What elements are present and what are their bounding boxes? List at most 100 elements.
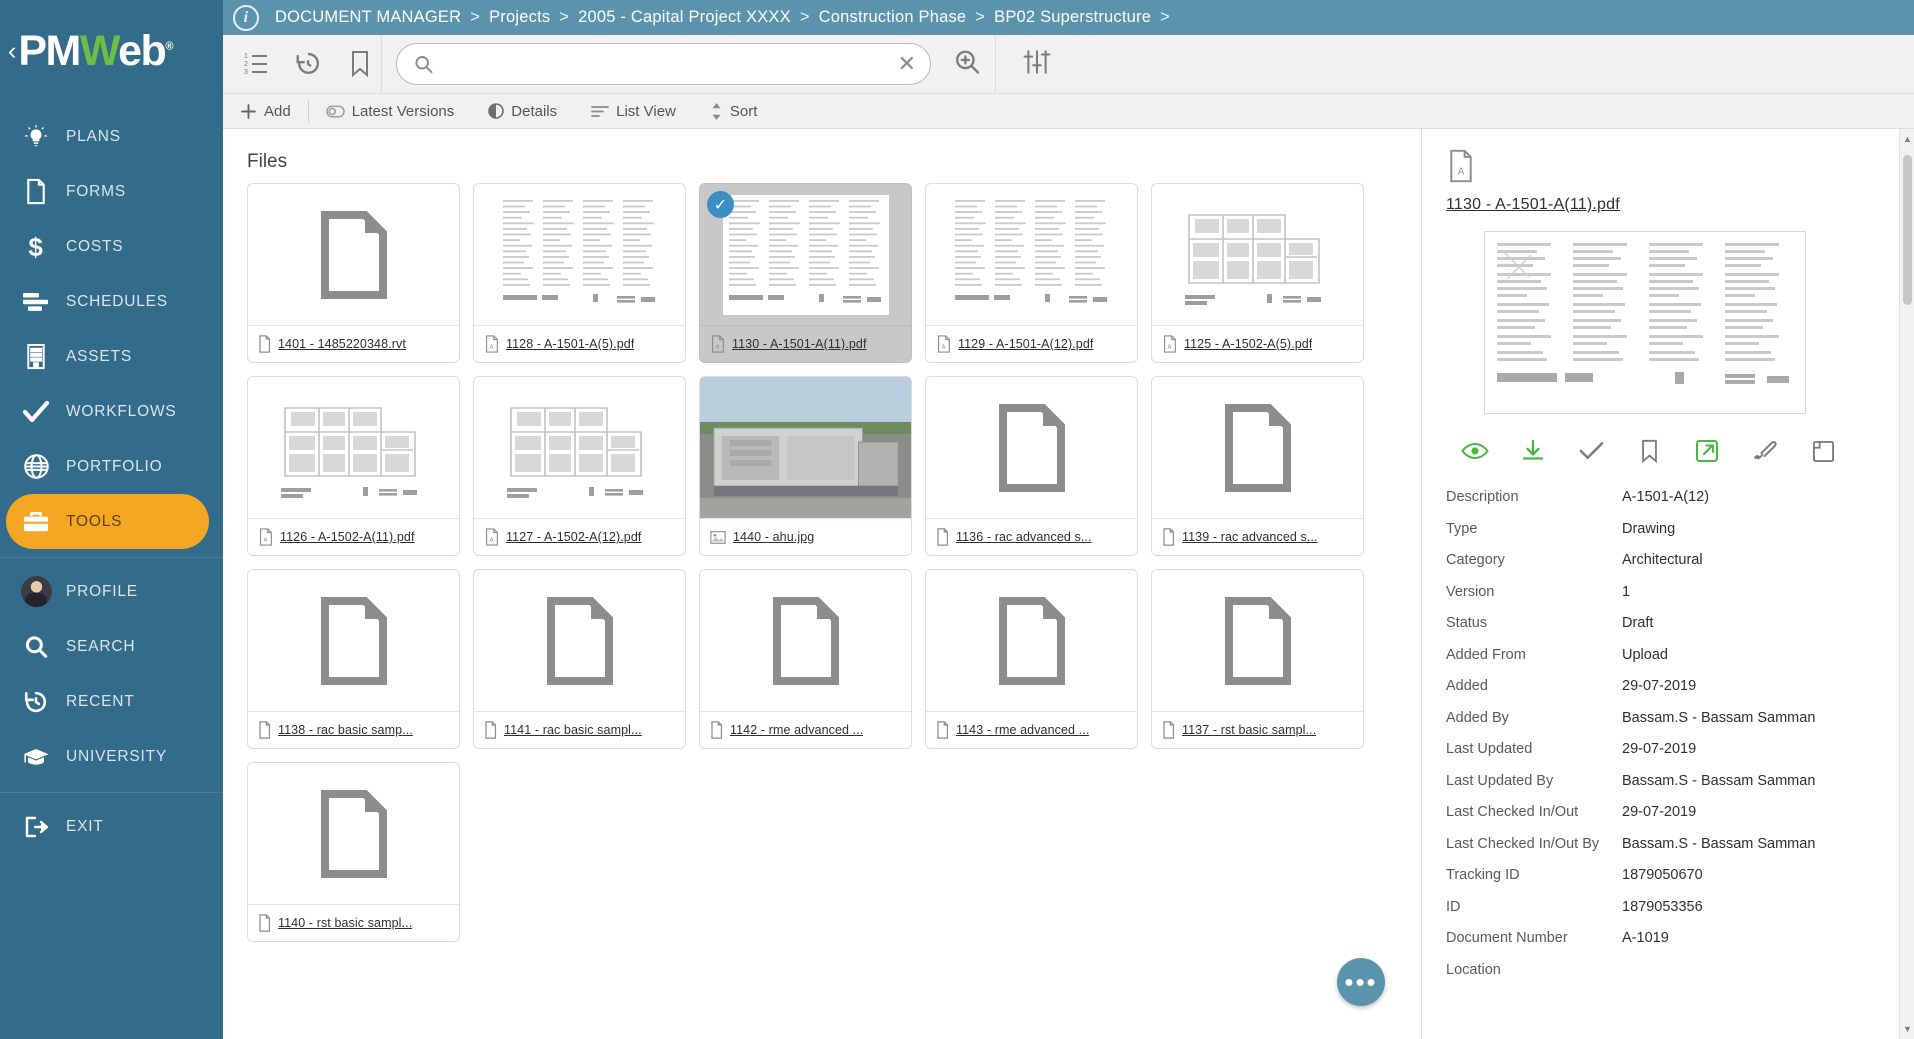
sidebar-item-forms[interactable]: FORMS [0, 164, 223, 219]
file-name-link[interactable]: 1142 - rme advanced ... [730, 723, 863, 737]
bookmark-icon[interactable] [1634, 436, 1664, 466]
plus-icon [240, 103, 257, 120]
file-name-link[interactable]: 1143 - rme advanced ... [956, 723, 1089, 737]
file-name-link[interactable]: 1125 - A-1502-A(5).pdf [1184, 337, 1312, 351]
search-input[interactable] [434, 54, 892, 74]
file-name-link[interactable]: 1127 - A-1502-A(12).pdf [506, 530, 642, 544]
detail-value: Bassam.S - Bassam Samman [1622, 774, 1815, 789]
file-name-link[interactable]: 1129 - A-1501-A(12).pdf [958, 337, 1094, 351]
compare-icon[interactable] [1808, 436, 1838, 466]
pdf-icon: A [1162, 335, 1177, 353]
scrollbar-thumb[interactable] [1903, 155, 1912, 305]
drawing-thumbnail [723, 195, 889, 315]
sidebar: ‹ PMWeb® PLANS FORMS $ [0, 0, 223, 1039]
logo-w: W [80, 27, 118, 75]
numbered-list-icon[interactable]: 123 [241, 49, 271, 79]
file-thumbnail [248, 184, 459, 325]
file-name-link[interactable]: 1136 - rac advanced s... [956, 530, 1092, 544]
sidebar-item-assets[interactable]: ASSETS [0, 329, 223, 384]
file-tile[interactable]: 1136 - rac advanced s... [925, 376, 1138, 556]
zoom-in-icon[interactable] [953, 48, 981, 81]
sidebar-nav-secondary: PROFILE SEARCH RECENT UNIV [0, 562, 223, 784]
sort-button[interactable]: Sort [693, 94, 775, 128]
sidebar-item-schedules[interactable]: SCHEDULES [0, 274, 223, 329]
open-external-icon[interactable] [1692, 436, 1722, 466]
sidebar-item-costs[interactable]: $ COSTS [0, 219, 223, 274]
markup-brush-icon[interactable] [1750, 436, 1780, 466]
file-name-link[interactable]: 1440 - ahu.jpg [733, 530, 814, 544]
file-name-link[interactable]: 1140 - rst basic sampl... [278, 916, 412, 930]
file-tile[interactable]: 1440 - ahu.jpg [699, 376, 912, 556]
more-actions-fab[interactable]: ••• [1337, 958, 1385, 1006]
sidebar-item-recent[interactable]: RECENT [0, 674, 223, 729]
file-thumbnail [700, 377, 911, 518]
view-eye-icon[interactable] [1460, 436, 1490, 466]
file-name-link[interactable]: 1128 - A-1501-A(5).pdf [506, 337, 634, 351]
file-name-link[interactable]: 1401 - 1485220348.rvt [278, 337, 406, 351]
sidebar-item-university[interactable]: UNIVERSITY [0, 729, 223, 784]
drawing-thumbnail [949, 195, 1115, 315]
sidebar-item-portfolio[interactable]: PORTFOLIO [0, 439, 223, 494]
pmweb-logo[interactable]: ‹ PMWeb® [0, 0, 223, 103]
breadcrumb-item-1[interactable]: Projects [487, 8, 552, 27]
search-box[interactable]: ✕ [396, 43, 931, 85]
file-tile[interactable]: A 1125 - A-1502-A(5).pdf [1151, 183, 1364, 363]
details-scrollbar[interactable]: ▲ ▼ [1899, 129, 1914, 1039]
file-tile[interactable]: 1141 - rac basic sampl... [473, 569, 686, 749]
sidebar-item-profile[interactable]: PROFILE [0, 564, 223, 619]
file-tile[interactable]: A1128 - A-1501-A(5).pdf [473, 183, 686, 363]
file-tile[interactable]: 1139 - rac advanced s... [1151, 376, 1364, 556]
toolbar-sub: Add Latest Versions Details List View [223, 94, 1914, 129]
sidebar-item-tools[interactable]: TOOLS [6, 494, 209, 549]
filter-sliders-icon[interactable] [1022, 48, 1052, 81]
breadcrumb-item-0[interactable]: DOCUMENT MANAGER [273, 8, 463, 27]
file-tile[interactable]: 1401 - 1485220348.rvt [247, 183, 460, 363]
blank-document-glyph [769, 597, 843, 685]
breadcrumb-item-2[interactable]: 2005 - Capital Project XXXX [576, 8, 793, 27]
add-label: Add [264, 104, 291, 119]
logo-eb: eb [118, 27, 165, 75]
file-tile[interactable]: 1140 - rst basic sampl... [247, 762, 460, 942]
list-view-button[interactable]: List View [574, 94, 693, 128]
scroll-down-icon[interactable]: ▼ [1900, 1021, 1914, 1037]
file-name-link[interactable]: 1137 - rst basic sampl... [1182, 723, 1316, 737]
clear-search-icon[interactable]: ✕ [892, 53, 916, 75]
bookmark-icon[interactable] [345, 49, 375, 79]
file-caption: 1142 - rme advanced ... [700, 711, 911, 748]
breadcrumb-item-4[interactable]: BP02 Superstructure [992, 8, 1153, 27]
file-name-link[interactable]: 1126 - A-1502-A(11).pdf [280, 530, 415, 544]
detail-label: Added [1446, 679, 1622, 694]
file-tile[interactable]: 1138 - rac basic samp... [247, 569, 460, 749]
file-name-link[interactable]: 1141 - rac basic sampl... [504, 723, 642, 737]
approve-check-icon[interactable] [1576, 436, 1606, 466]
history-icon[interactable] [293, 49, 323, 79]
blank-document-glyph [543, 597, 617, 685]
add-button[interactable]: Add [223, 94, 308, 128]
sidebar-item-plans[interactable]: PLANS [0, 109, 223, 164]
info-icon[interactable]: i [233, 5, 259, 31]
collapse-sidebar-chevron-icon[interactable]: ‹ [8, 39, 16, 64]
sidebar-item-workflows[interactable]: WORKFLOWS [0, 384, 223, 439]
sidebar-item-exit[interactable]: EXIT [0, 799, 223, 854]
breadcrumb-item-3[interactable]: Construction Phase [817, 8, 969, 27]
file-tile[interactable]: A1127 - A-1502-A(12).pdf [473, 376, 686, 556]
file-tile[interactable]: ✓A1130 - A-1501-A(11).pdf [699, 183, 912, 363]
file-tile[interactable]: A1126 - A-1502-A(11).pdf [247, 376, 460, 556]
file-name-link[interactable]: 1138 - rac basic samp... [278, 723, 413, 737]
details-toggle[interactable]: Details [471, 94, 574, 128]
file-tile[interactable]: 1143 - rme advanced ... [925, 569, 1138, 749]
scroll-up-icon[interactable]: ▲ [1900, 131, 1914, 147]
file-name-link[interactable]: 1130 - A-1501-A(11).pdf [732, 337, 867, 351]
file-tile[interactable]: 1142 - rme advanced ... [699, 569, 912, 749]
file-tile[interactable]: 1137 - rst basic sampl... [1151, 569, 1364, 749]
file-tile[interactable]: A1129 - A-1501-A(12).pdf [925, 183, 1138, 363]
detail-row: DescriptionA-1501-A(12) [1446, 482, 1890, 514]
file-name-link[interactable]: 1139 - rac advanced s... [1182, 530, 1318, 544]
document-preview[interactable] [1484, 231, 1806, 414]
download-icon[interactable] [1518, 436, 1548, 466]
sidebar-item-search[interactable]: SEARCH [0, 619, 223, 674]
svg-text:3: 3 [244, 69, 248, 76]
details-file-name-link[interactable]: 1130 - A-1501-A(11).pdf [1446, 196, 1890, 214]
selected-check-icon[interactable]: ✓ [707, 191, 734, 218]
latest-versions-toggle[interactable]: Latest Versions [309, 94, 472, 128]
